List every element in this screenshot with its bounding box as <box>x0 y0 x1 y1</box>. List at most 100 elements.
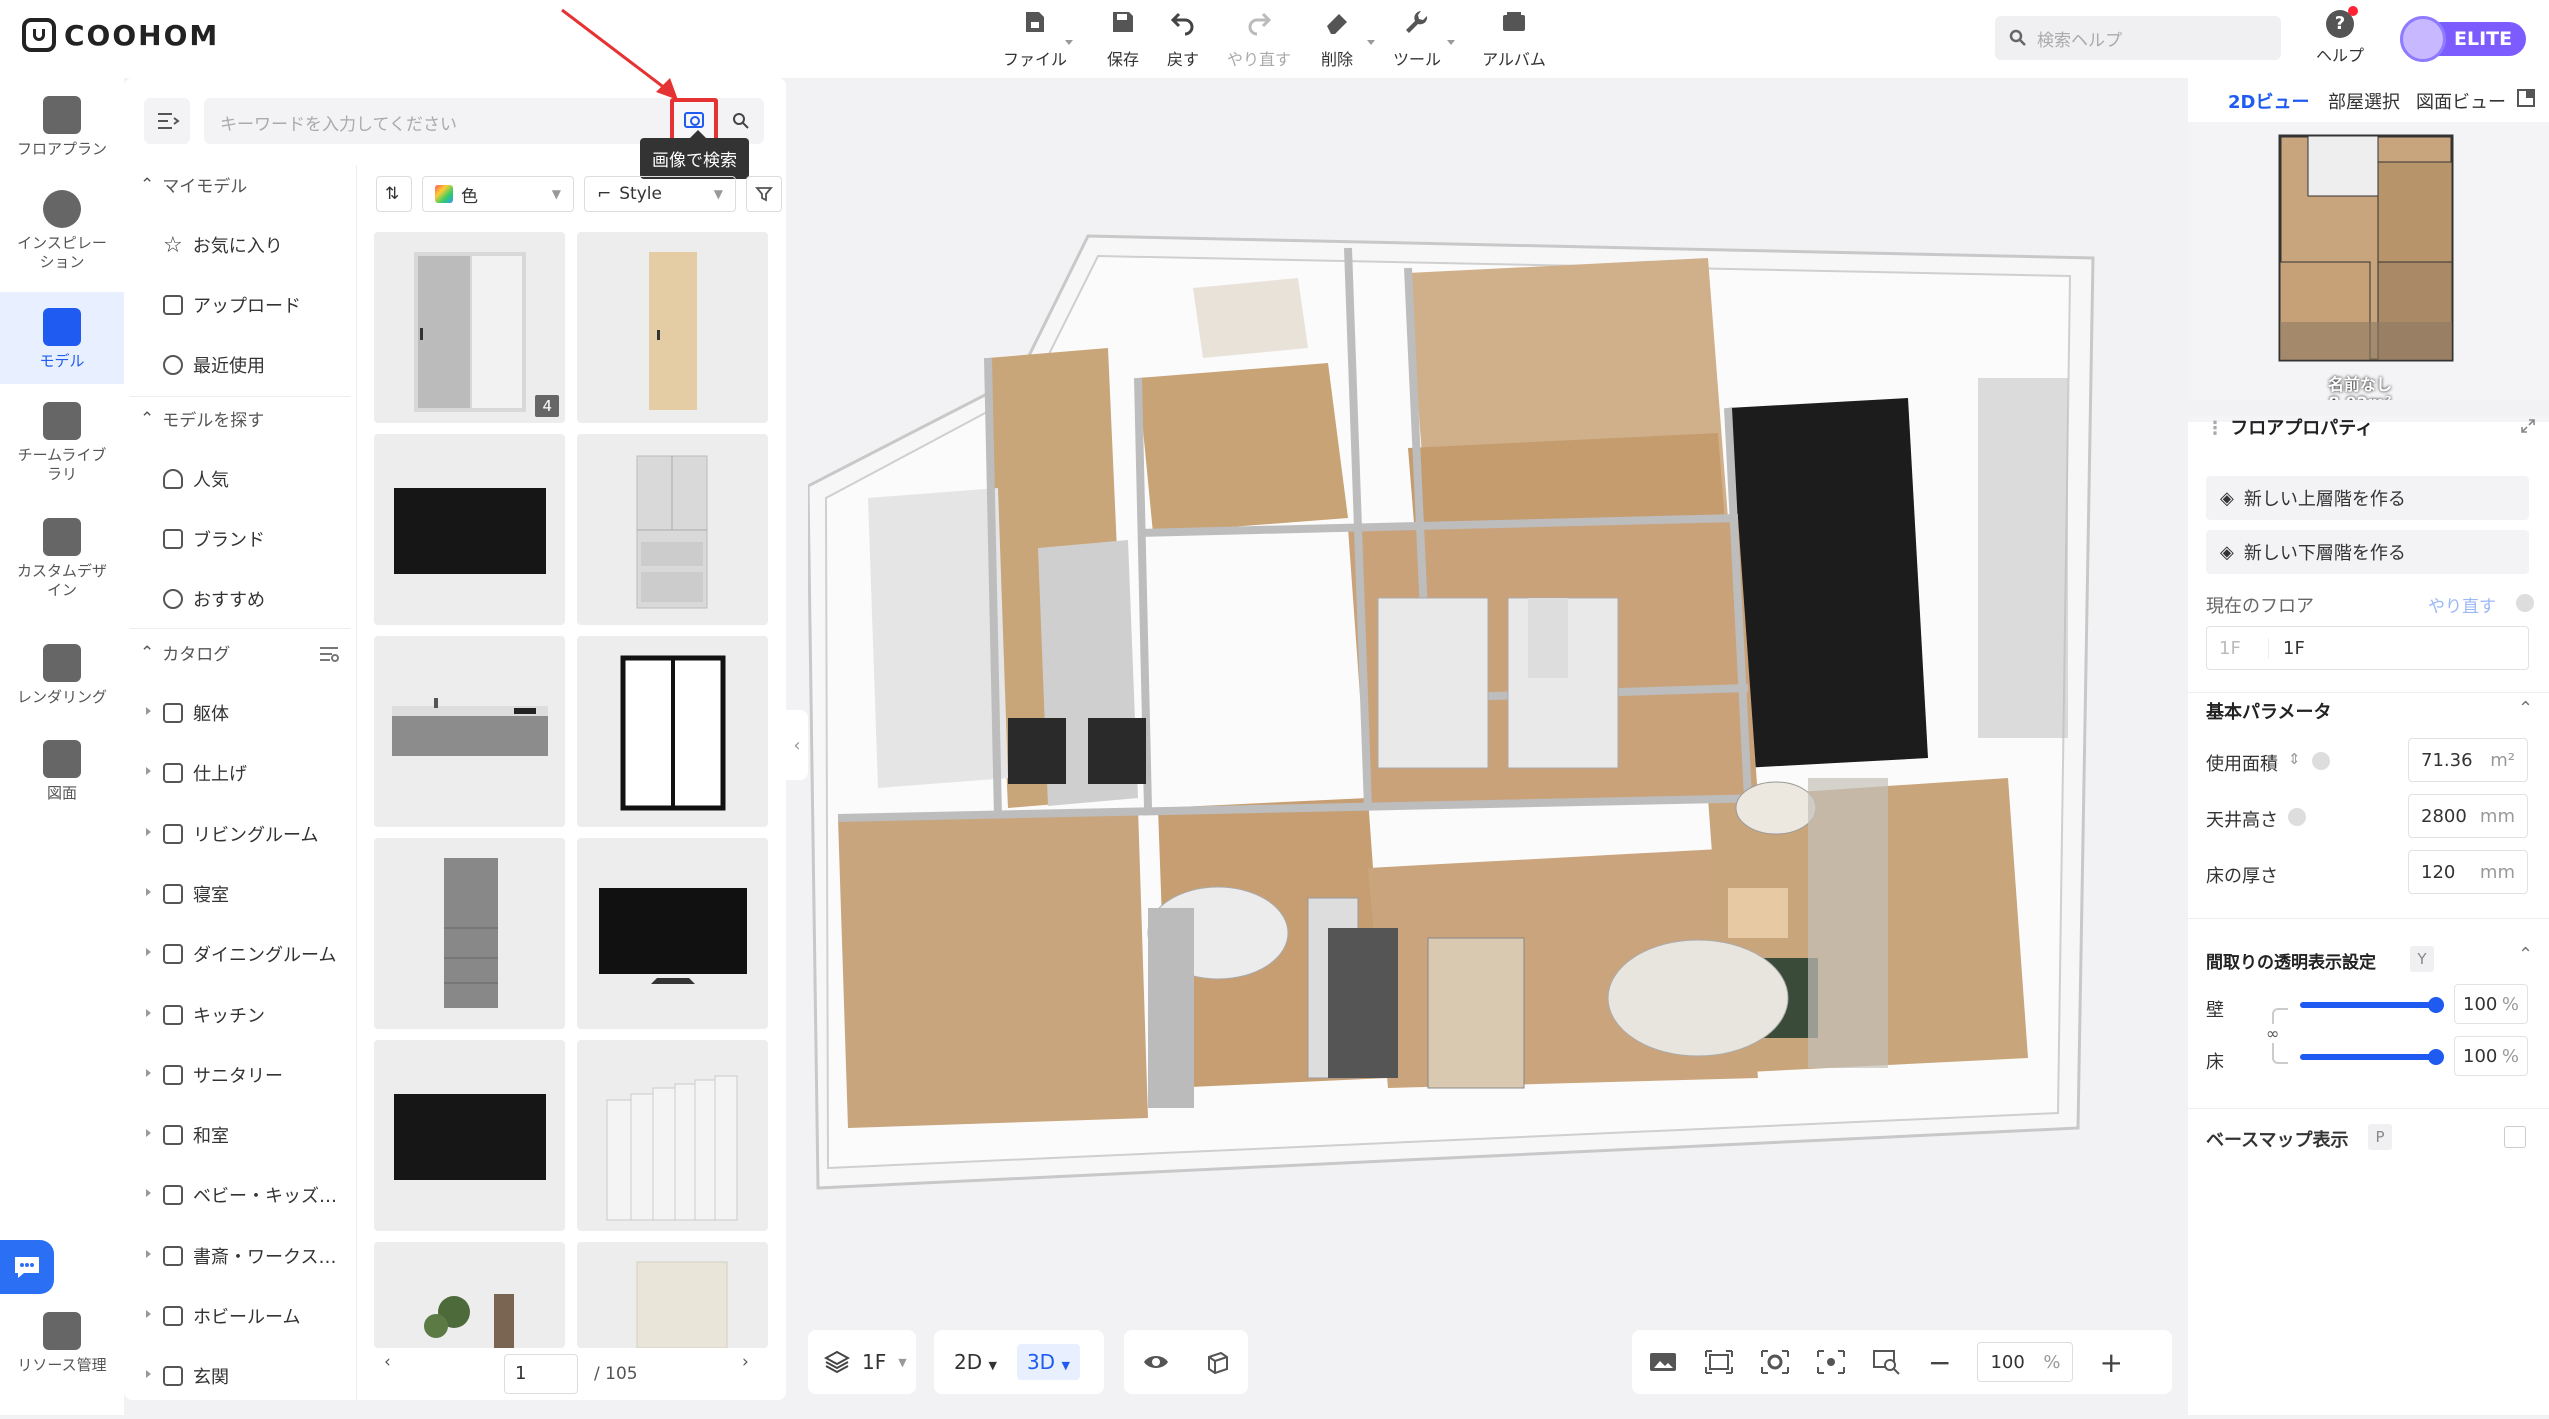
catalog-item[interactable]: リビングルーム <box>146 821 318 847</box>
catalog-item[interactable]: ダイニングルーム <box>146 941 336 967</box>
expand-icon[interactable] <box>2520 418 2536 434</box>
image-icon[interactable] <box>1648 1349 1678 1375</box>
tab-drawing-view[interactable]: 図面ビュー <box>2416 88 2506 114</box>
catalog-item[interactable]: サニタリー <box>146 1062 283 1088</box>
rail-inspiration[interactable]: インスピレー ション <box>0 190 124 272</box>
expand-window-icon[interactable] <box>2516 88 2536 108</box>
new-upper-floor-button[interactable]: ◈ 新しい上層階を作る <box>2206 476 2529 520</box>
model-thumbnail[interactable] <box>374 1242 565 1348</box>
find-models-section[interactable]: ⌃ モデルを探す <box>140 406 264 432</box>
mode-3d-button[interactable]: 3D ▼ <box>1016 1344 1080 1380</box>
new-lower-floor-button[interactable]: ◈ 新しい下層階を作る <box>2206 530 2529 574</box>
minimap[interactable]: 名前なし 8.92m² <box>2188 122 2549 422</box>
focus-icon[interactable] <box>1816 1349 1846 1375</box>
model-thumbnail[interactable] <box>577 838 768 1029</box>
zoom-in-button[interactable]: + <box>2099 1346 2122 1379</box>
gear-view-icon[interactable] <box>1760 1349 1790 1375</box>
zoom-input[interactable]: 100 % <box>1977 1342 2074 1382</box>
zoom-out-button[interactable]: − <box>1928 1346 1951 1379</box>
floor-name-input[interactable]: 1F 1F <box>2206 626 2529 670</box>
model-thumbnail[interactable] <box>577 434 768 625</box>
next-page-button[interactable]: › <box>742 1352 749 1372</box>
wall-opacity-input[interactable]: 100% <box>2454 984 2528 1024</box>
catalog-item[interactable]: 書斎・ワークス… <box>146 1243 336 1269</box>
catalog-settings-icon[interactable] <box>318 645 340 663</box>
wall-slider-knob[interactable] <box>2428 997 2444 1013</box>
rail-model[interactable]: モデル <box>0 292 124 384</box>
model-thumbnail[interactable] <box>577 1040 768 1231</box>
undo-button[interactable]: 戻す <box>1143 8 1223 70</box>
rail-custom-design[interactable]: カスタムデザ イン <box>0 518 124 600</box>
usable-area-input[interactable]: 71.36 m² <box>2408 738 2528 782</box>
avatar[interactable] <box>2400 16 2446 62</box>
eye-icon[interactable] <box>1142 1352 1170 1372</box>
search-help-input[interactable]: 検索ヘルプ <box>1995 16 2281 60</box>
current-floor-redo-link[interactable]: やり直す <box>2428 592 2496 617</box>
collapse-panel-button[interactable]: ‹ <box>786 710 808 780</box>
search-icon[interactable] <box>732 112 750 130</box>
my-models-section[interactable]: ⌃ マイモデル <box>140 172 247 198</box>
sort-icon[interactable]: ⇕ <box>2288 750 2301 768</box>
catalog-item[interactable]: ベビー・キッズ… <box>146 1182 337 1208</box>
floor-opacity-input[interactable]: 100% <box>2454 1036 2528 1076</box>
chevron-up-icon[interactable]: ⌃ <box>2518 698 2533 719</box>
recommended-item[interactable]: おすすめ <box>163 586 265 612</box>
catalog-item[interactable]: 躯体 <box>146 700 229 726</box>
catalog-item[interactable]: 玄関 <box>146 1363 229 1389</box>
brand-item[interactable]: ブランド <box>163 526 265 552</box>
prev-page-button[interactable]: ‹ <box>384 1352 391 1372</box>
tab-2d-view[interactable]: 2Dビュー <box>2228 88 2309 114</box>
rail-rendering[interactable]: レンダリング <box>0 644 124 707</box>
panel-menu-button[interactable] <box>144 98 190 144</box>
color-filter-select[interactable]: 色 ▼ <box>422 176 574 212</box>
catalog-item[interactable]: 寝室 <box>146 881 229 907</box>
rail-resource-management[interactable]: リソース管理 <box>0 1312 124 1375</box>
redo-button[interactable]: やり直す <box>1219 8 1299 70</box>
model-thumbnail[interactable] <box>374 636 565 827</box>
model-thumbnail[interactable] <box>374 838 565 1029</box>
popular-item[interactable]: 人気 <box>163 466 229 492</box>
chat-support-button[interactable] <box>0 1240 54 1294</box>
model-thumbnail[interactable] <box>577 232 768 423</box>
model-thumbnail[interactable]: 4 <box>374 232 565 423</box>
file-menu-button[interactable]: ファイル <box>995 8 1075 70</box>
floor-selector[interactable]: 1F ▼ <box>808 1330 916 1394</box>
model-thumbnail[interactable] <box>577 1242 768 1348</box>
floor-thickness-input[interactable]: 120 mm <box>2408 850 2528 894</box>
floor-slider-knob[interactable] <box>2428 1049 2444 1065</box>
rail-team-library[interactable]: チームライブ ラリ <box>0 402 124 484</box>
filter-button[interactable] <box>746 176 782 212</box>
album-button[interactable]: アルバム <box>1474 8 1554 70</box>
catalog-section[interactable]: ⌃ カタログ <box>140 640 230 666</box>
logo[interactable]: COOHOM <box>22 18 219 52</box>
chevron-up-icon[interactable]: ⌃ <box>2518 944 2533 965</box>
user-menu[interactable]: ELITE <box>2400 16 2527 62</box>
model-thumbnail[interactable] <box>577 636 768 827</box>
link-icon[interactable]: ∞ <box>2266 1024 2280 1043</box>
mode-2d-button[interactable]: 2D ▼ <box>944 1344 1007 1380</box>
catalog-item[interactable]: キッチン <box>146 1002 265 1028</box>
rail-floorplan[interactable]: フロアプラン <box>0 96 124 159</box>
3d-viewport[interactable] <box>806 78 2188 1415</box>
upload-item[interactable]: アップロード <box>163 292 301 318</box>
tab-room-select[interactable]: 部屋選択 <box>2328 88 2400 114</box>
recent-item[interactable]: 最近使用 <box>163 352 265 378</box>
basemap-checkbox[interactable] <box>2504 1126 2526 1148</box>
page-number-input[interactable]: 1 <box>504 1354 578 1394</box>
style-filter-select[interactable]: ⌐ Style ▼ <box>584 176 736 212</box>
help-button[interactable]: ? ヘルプ <box>2310 6 2370 66</box>
fit-view-icon[interactable] <box>1704 1349 1734 1375</box>
favorites-item[interactable]: ☆ お気に入り <box>163 232 283 258</box>
sort-button[interactable]: ⇅ <box>376 176 412 212</box>
catalog-item[interactable]: ホビールーム <box>146 1303 300 1329</box>
catalog-item[interactable]: 和室 <box>146 1122 229 1148</box>
zoom-area-icon[interactable] <box>1872 1349 1902 1375</box>
model-thumbnail[interactable] <box>374 1040 565 1231</box>
rail-drawing[interactable]: 図面 <box>0 740 124 803</box>
ceiling-height-input[interactable]: 2800 mm <box>2408 794 2528 838</box>
delete-button[interactable]: 削除 <box>1297 8 1377 70</box>
model-thumbnail[interactable] <box>374 434 565 625</box>
catalog-item[interactable]: 仕上げ <box>146 760 247 786</box>
cube-icon[interactable] <box>1205 1349 1231 1375</box>
tools-menu-button[interactable]: ツール <box>1377 8 1457 70</box>
